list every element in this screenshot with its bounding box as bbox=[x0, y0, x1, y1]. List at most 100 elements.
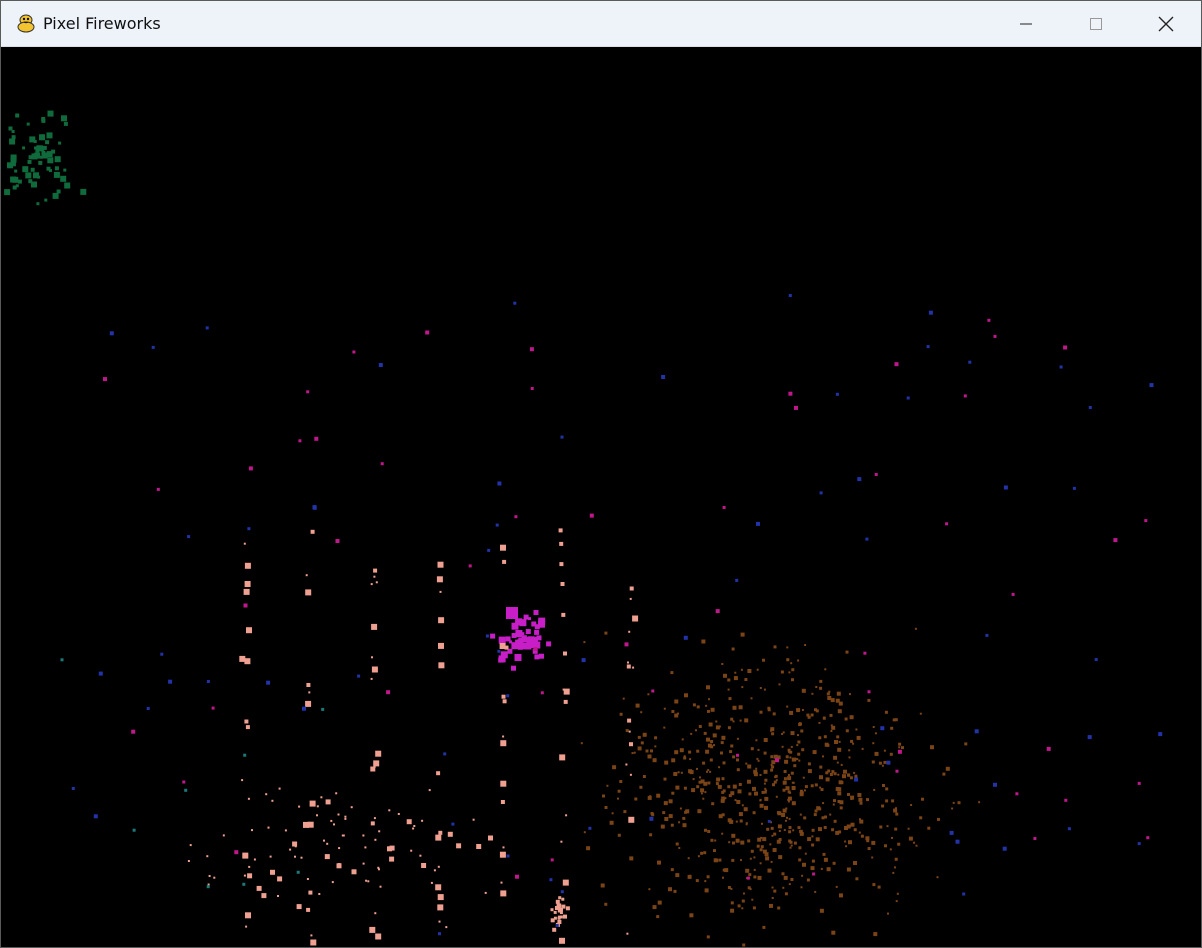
brown-particle bbox=[696, 705, 700, 709]
blue-particle bbox=[506, 694, 510, 698]
brown-particle bbox=[756, 668, 759, 671]
brown-particle bbox=[763, 751, 767, 755]
salmon-particle bbox=[367, 880, 370, 883]
blue-particle bbox=[487, 548, 491, 552]
minimize-button[interactable] bbox=[991, 1, 1061, 47]
brown-particle bbox=[825, 859, 828, 862]
brown-particle bbox=[777, 824, 782, 829]
brown-particle bbox=[623, 810, 627, 814]
salmon-particle bbox=[500, 740, 507, 747]
brown-particle bbox=[818, 736, 822, 740]
brown-particle bbox=[812, 750, 817, 755]
close-button[interactable] bbox=[1131, 1, 1201, 47]
pink-particle bbox=[182, 780, 186, 784]
brown-particle bbox=[737, 789, 742, 794]
brown-particle bbox=[762, 658, 765, 662]
brown-particle bbox=[848, 840, 852, 845]
brown-particle bbox=[753, 875, 757, 879]
brown-particle bbox=[786, 705, 789, 708]
teal-particle bbox=[321, 707, 325, 711]
brown-particle bbox=[762, 849, 767, 854]
salmon-particle bbox=[438, 920, 441, 923]
blue-particle bbox=[926, 345, 930, 349]
salmon-particle bbox=[244, 581, 251, 587]
green-particle bbox=[10, 176, 17, 183]
salmon-particle bbox=[251, 829, 253, 832]
magenta-particle bbox=[534, 654, 540, 660]
green-particle bbox=[37, 175, 41, 179]
brown-particle bbox=[820, 788, 824, 791]
brown-particle bbox=[745, 762, 748, 765]
brown-particle bbox=[830, 730, 833, 732]
brown-particle bbox=[750, 747, 754, 751]
salmon-particle bbox=[373, 817, 376, 820]
salmon-particle bbox=[371, 666, 378, 673]
maximize-button[interactable] bbox=[1061, 1, 1131, 47]
green-particle bbox=[53, 171, 60, 178]
title-bar[interactable]: Pixel Fireworks bbox=[1, 1, 1201, 47]
pink-particle bbox=[306, 390, 310, 394]
brown-particle bbox=[721, 813, 725, 817]
blue-particle bbox=[98, 671, 103, 676]
brown-particle bbox=[811, 843, 815, 847]
brown-particle bbox=[702, 797, 705, 800]
blue-particle bbox=[1087, 735, 1092, 740]
brown-particle bbox=[824, 668, 827, 671]
pink-particle bbox=[895, 769, 899, 773]
brown-particle bbox=[730, 887, 733, 890]
brown-particle bbox=[826, 692, 830, 696]
fireworks-canvas[interactable] bbox=[1, 47, 1201, 947]
salmon-particle bbox=[362, 834, 365, 837]
brown-particle bbox=[771, 765, 775, 769]
brown-particle bbox=[740, 668, 743, 671]
pink-particle bbox=[540, 691, 544, 695]
salmon-particle bbox=[373, 568, 378, 573]
magenta-particle bbox=[490, 633, 496, 639]
brown-particle bbox=[773, 832, 777, 836]
salmon-particle bbox=[627, 661, 629, 664]
blue-particle bbox=[683, 635, 688, 640]
green-particle bbox=[46, 166, 51, 171]
salmon-particle bbox=[563, 699, 568, 704]
pink-particle bbox=[945, 522, 949, 526]
salmon-particle bbox=[628, 730, 631, 733]
salmon-particle bbox=[632, 615, 639, 622]
blue-particle bbox=[513, 301, 517, 305]
brown-particle bbox=[861, 747, 864, 750]
brown-particle bbox=[847, 773, 851, 777]
green-particle bbox=[27, 159, 32, 164]
brown-particle bbox=[893, 808, 898, 813]
green-particle bbox=[46, 132, 53, 139]
brown-particle bbox=[829, 773, 833, 776]
salmon-particle bbox=[435, 834, 442, 841]
brown-particle bbox=[790, 745, 793, 748]
brown-particle bbox=[671, 758, 676, 763]
salmon-particle bbox=[305, 574, 308, 577]
brown-particle bbox=[829, 813, 832, 816]
brown-particle bbox=[836, 761, 839, 764]
brown-particle bbox=[724, 868, 729, 873]
brown-particle bbox=[792, 781, 795, 784]
brown-particle bbox=[715, 720, 718, 723]
salmon-particle bbox=[308, 890, 313, 895]
salmon-particle bbox=[373, 760, 380, 767]
salmon-particle bbox=[476, 844, 482, 849]
blue-particle bbox=[438, 932, 441, 936]
salmon-particle bbox=[378, 830, 381, 833]
brown-particle bbox=[743, 892, 745, 895]
salmon-particle bbox=[456, 843, 462, 849]
salmon-particle bbox=[565, 906, 570, 911]
minimize-icon bbox=[1020, 23, 1032, 25]
salmon-particle bbox=[245, 912, 251, 919]
pink-particle bbox=[1046, 746, 1051, 751]
brown-particle bbox=[759, 687, 762, 689]
brown-particle bbox=[837, 791, 842, 796]
brown-particle bbox=[854, 774, 858, 778]
brown-particle bbox=[790, 878, 794, 881]
salmon-particle bbox=[560, 582, 565, 586]
blue-particle bbox=[168, 679, 173, 684]
brown-particle bbox=[718, 725, 721, 728]
brown-particle bbox=[764, 805, 768, 810]
brown-particle bbox=[908, 836, 913, 841]
salmon-particle bbox=[364, 846, 367, 849]
